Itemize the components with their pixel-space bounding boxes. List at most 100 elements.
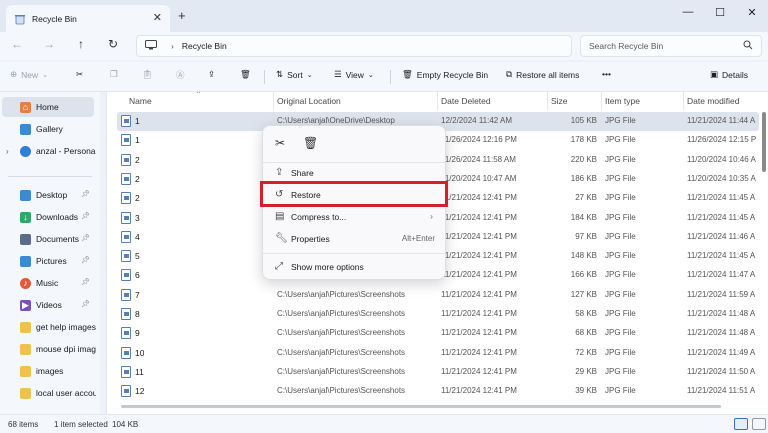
image-file-icon: [121, 153, 131, 166]
file-name: 6: [135, 270, 140, 281]
close-button[interactable]: ✕: [742, 6, 762, 19]
column-header-name[interactable]: Name: [129, 96, 152, 106]
menu-item-properties[interactable]: 🔧︎ Properties Alt+Enter: [267, 229, 443, 249]
rename-icon[interactable]: Ⓐ: [176, 69, 185, 81]
table-row[interactable]: 12 C:\Users\anjal\Pictures\Screenshots 11/…: [117, 382, 759, 401]
details-view-button[interactable]: [734, 418, 748, 430]
pin-icon: 📌︎: [81, 235, 90, 242]
delete-icon[interactable]: 🗑︎: [303, 136, 318, 150]
menu-item-share[interactable]: ⇪ Share: [267, 163, 443, 183]
sidebar-item-folder[interactable]: images: [0, 361, 96, 381]
file-size: 97 KB: [575, 231, 597, 241]
sidebar-item-documents[interactable]: Documents 📌︎: [0, 229, 96, 249]
address-bar[interactable]: › Recycle Bin: [136, 35, 572, 57]
search-input[interactable]: Search Recycle Bin: [580, 35, 762, 57]
restore-all-button[interactable]: ⧉ Restore all items: [506, 69, 579, 80]
file-type: JPG File: [605, 386, 636, 396]
sidebar-item-folder[interactable]: local user accou: [0, 383, 96, 403]
column-header-location[interactable]: Original Location: [277, 96, 341, 106]
column-divider[interactable]: [601, 92, 602, 110]
column-divider[interactable]: [547, 92, 548, 110]
image-file-icon: [121, 211, 131, 224]
image-file-icon: [121, 308, 131, 320]
pin-icon: 📌︎: [81, 191, 90, 198]
forward-arrow-icon[interactable]: →: [40, 37, 58, 51]
back-arrow-icon[interactable]: ←: [8, 37, 26, 51]
breadcrumb-recycle-bin[interactable]: Recycle Bin: [182, 41, 227, 51]
file-date-deleted: 11/21/2024 12:41 PM: [441, 347, 517, 357]
sidebar-divider: [8, 176, 92, 177]
maximize-button[interactable]: ☐: [710, 6, 730, 19]
chevron-right-icon: ›: [430, 211, 433, 221]
horizontal-scrollbar[interactable]: [121, 405, 721, 408]
menu-item-compress[interactable]: ▤ Compress to... ›: [267, 207, 443, 227]
column-header-date-modified[interactable]: Date modified: [687, 96, 739, 106]
file-name: 4: [135, 231, 140, 242]
tab-close-icon[interactable]: ✕: [153, 11, 162, 24]
column-divider[interactable]: [273, 92, 274, 110]
sidebar-item-gallery[interactable]: Gallery: [0, 119, 96, 139]
sidebar-item-label: Desktop: [36, 190, 68, 200]
tab-recycle-bin[interactable]: Recycle Bin ✕: [6, 5, 170, 32]
sidebar-item-music[interactable]: ♪ Music 📌︎: [0, 273, 96, 293]
sidebar-item-folder[interactable]: get help images: [0, 317, 96, 337]
menu-divider: [263, 253, 445, 254]
sort-indicator-icon: ⌃: [195, 92, 202, 99]
sidebar-item-pictures[interactable]: Pictures 📌︎: [0, 251, 96, 271]
minimize-button[interactable]: —: [678, 6, 698, 18]
up-arrow-icon[interactable]: ↑: [72, 37, 90, 51]
sidebar-item-label: Documents: [36, 234, 79, 244]
new-button[interactable]: ⊕ New ⌄: [10, 69, 48, 80]
cloud-icon: [20, 145, 31, 157]
pin-icon: 📌︎: [81, 301, 90, 308]
image-file-icon: [121, 346, 131, 359]
delete-icon[interactable]: 🗑︎: [240, 69, 251, 80]
file-size: 166 KB: [570, 270, 597, 280]
sort-label: Sort: [287, 69, 303, 80]
vertical-scrollbar[interactable]: [762, 112, 766, 172]
cut-icon[interactable]: ✂: [76, 69, 83, 80]
sidebar-item-onedrive[interactable]: anzal - Personal: [0, 141, 96, 161]
plus-circle-icon: ⊕: [10, 69, 18, 79]
sidebar-item-downloads[interactable]: ↓ Downloads 📌︎: [0, 207, 96, 227]
paste-icon[interactable]: 📋︎: [142, 69, 153, 80]
table-row[interactable]: 7 C:\Users\anjal\Pictures\Screenshots 11/2…: [117, 286, 759, 305]
tab-title: Recycle Bin: [32, 13, 77, 24]
details-button[interactable]: ▣ Details: [710, 69, 748, 80]
file-type: JPG File: [605, 154, 636, 164]
column-divider[interactable]: [683, 92, 684, 110]
column-divider[interactable]: [437, 92, 438, 110]
restore-all-label: Restore all items: [516, 69, 580, 80]
cut-icon[interactable]: ✂: [275, 136, 285, 150]
file-location: C:\Users\anjal\Pictures\Screenshots: [277, 366, 406, 376]
empty-recycle-bin-button[interactable]: 🗑︎ Empty Recycle Bin: [402, 69, 488, 80]
sidebar-item-label: images: [36, 366, 64, 376]
table-row[interactable]: 8 C:\Users\anjal\Pictures\Screenshots 11/2…: [117, 305, 759, 324]
sidebar-item-desktop[interactable]: Desktop 📌︎: [0, 185, 96, 205]
pictures-icon: [20, 255, 31, 267]
column-header-date-deleted[interactable]: Date Deleted: [441, 96, 491, 106]
view-button[interactable]: ☰ View ⌄: [334, 69, 374, 80]
file-date-deleted: 11/21/2024 12:41 PM: [441, 386, 517, 396]
menu-item-label: Share: [291, 168, 314, 178]
tiles-view-button[interactable]: [752, 418, 766, 430]
sidebar-item-home[interactable]: ⌂ Home: [2, 97, 94, 117]
column-header-item-type[interactable]: Item type: [605, 96, 640, 106]
sidebar-item-videos[interactable]: ▶ Videos 📌︎: [0, 295, 96, 315]
sort-button[interactable]: ⇅ Sort ⌄: [276, 69, 313, 80]
more-options-icon[interactable]: •••: [602, 69, 611, 79]
file-size: 58 KB: [575, 309, 597, 318]
column-header-size[interactable]: Size: [551, 96, 568, 106]
new-tab-button[interactable]: +: [178, 8, 186, 23]
refresh-icon[interactable]: ↻: [104, 37, 122, 51]
table-row[interactable]: 10 C:\Users\anjal\Pictures\Screenshots 11/…: [117, 344, 759, 363]
view-label: View: [345, 69, 364, 80]
menu-item-show-more-options[interactable]: ⤢ Show more options: [267, 257, 443, 277]
share-icon[interactable]: ⇪: [208, 69, 215, 80]
table-row[interactable]: 9 C:\Users\anjal\Pictures\Screenshots 11/2…: [117, 324, 759, 343]
table-row[interactable]: 11 C:\Users\anjal\Pictures\Screenshots 11/…: [117, 363, 759, 382]
file-date-deleted: 11/21/2024 12:41 PM: [441, 193, 517, 203]
copy-icon[interactable]: ❐: [110, 69, 118, 80]
sidebar-item-folder[interactable]: mouse dpi imag: [0, 339, 96, 359]
file-name: 2: [135, 173, 140, 184]
